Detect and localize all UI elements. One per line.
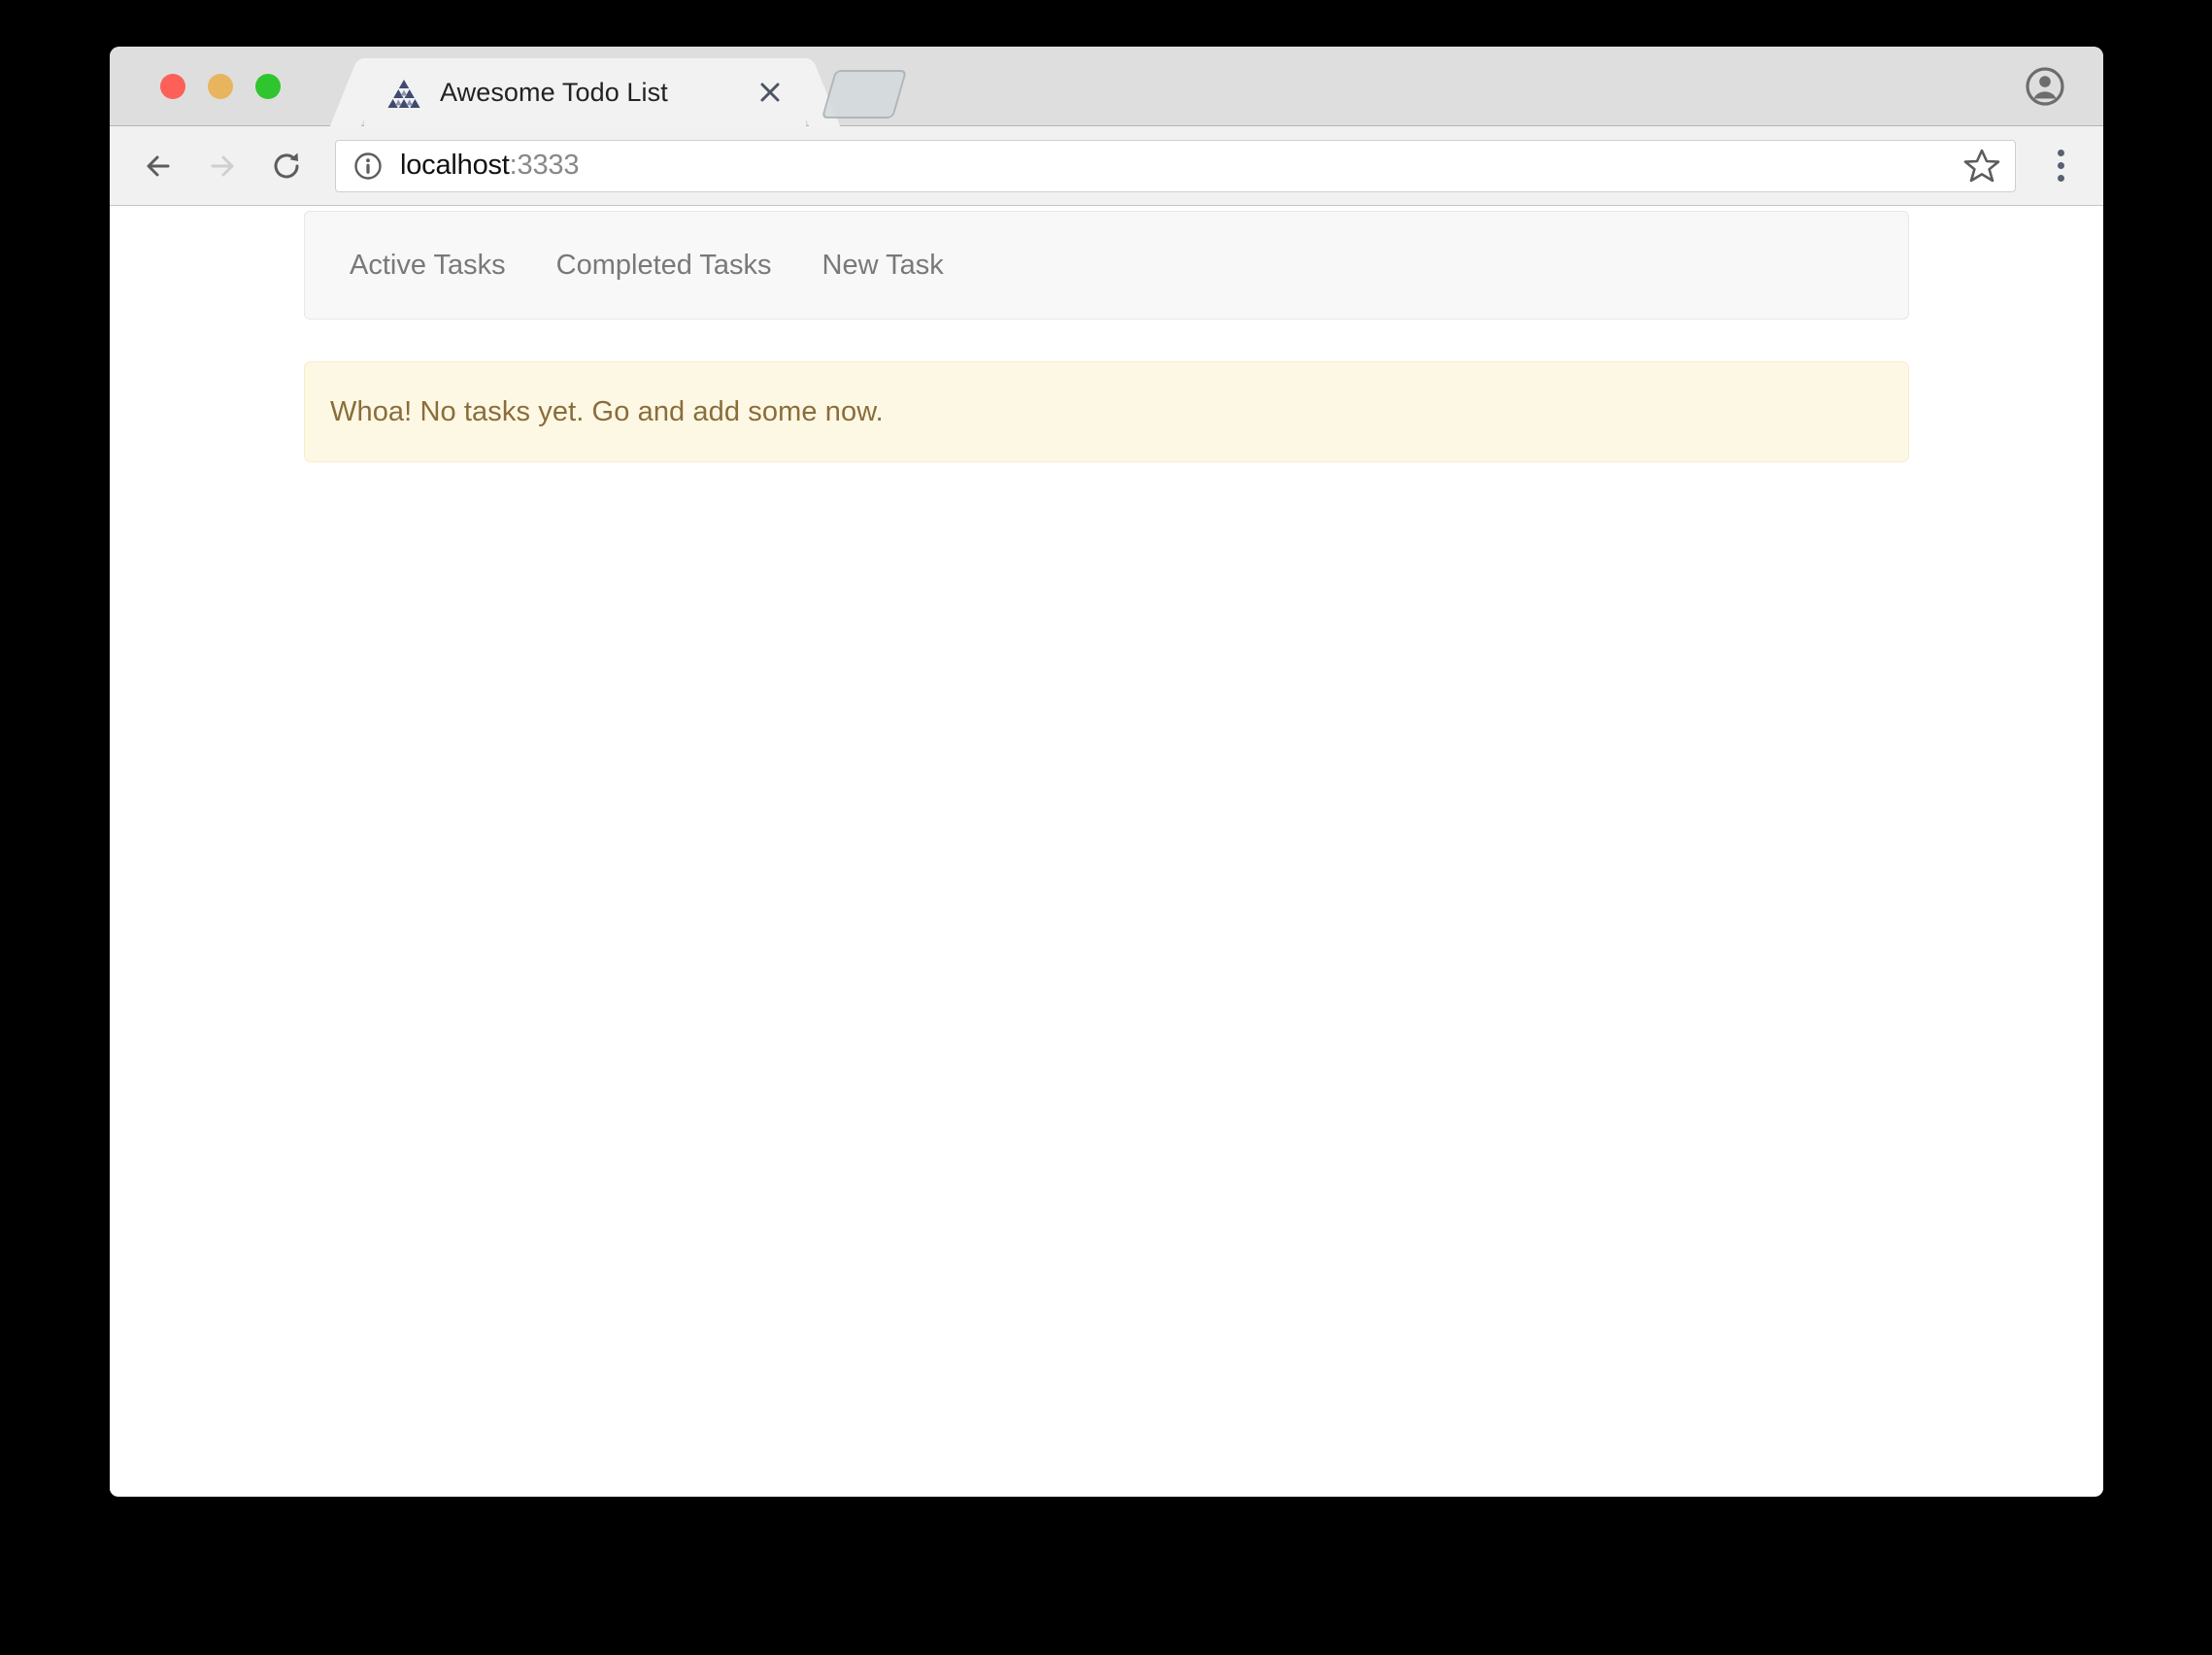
address-bar-url: localhost:3333 [400,150,579,182]
triangle-logo-icon [387,76,420,109]
minimize-window-button[interactable] [208,73,233,99]
reload-icon[interactable] [259,139,314,193]
tab-title: Awesome Todo List [440,77,668,107]
empty-state-message: Whoa! No tasks yet. Go and add some now. [330,395,884,427]
address-bar-port: :3333 [509,150,580,181]
browser-toolbar: localhost:3333 [110,126,2103,206]
empty-state-alert: Whoa! No tasks yet. Go and add some now. [304,361,1909,462]
window-controls [160,73,281,99]
nav-link-new-task[interactable]: New Task [797,251,969,280]
menu-dot [2057,162,2064,169]
page-content: Active Tasks Completed Tasks New Task Wh… [110,206,2103,1496]
three-dot-menu-icon[interactable] [2033,139,2088,193]
close-window-button[interactable] [160,73,185,99]
back-arrow-icon[interactable] [131,139,185,193]
app-navbar: Active Tasks Completed Tasks New Task [304,211,1909,320]
menu-dot [2057,150,2064,156]
tab-strip: Awesome Todo List [110,47,2103,126]
new-tab-icon[interactable] [821,70,908,118]
maximize-window-button[interactable] [255,73,281,99]
star-icon[interactable] [1961,145,2003,187]
info-circle-icon[interactable] [353,152,383,181]
profile-avatar-icon[interactable] [2026,66,2064,106]
page-container: Active Tasks Completed Tasks New Task Wh… [304,211,1909,462]
address-bar[interactable]: localhost:3333 [335,139,2016,192]
close-icon[interactable] [755,78,785,107]
forward-arrow-icon [195,139,250,193]
nav-link-completed-tasks[interactable]: Completed Tasks [531,251,797,280]
browser-tab-awesome-todo-list[interactable]: Awesome Todo List [364,58,806,126]
address-bar-host: localhost [400,150,510,181]
menu-dot [2057,175,2064,182]
browser-window: Awesome Todo List localhost:3333 Active … [110,47,2103,1497]
nav-link-active-tasks[interactable]: Active Tasks [324,251,531,280]
